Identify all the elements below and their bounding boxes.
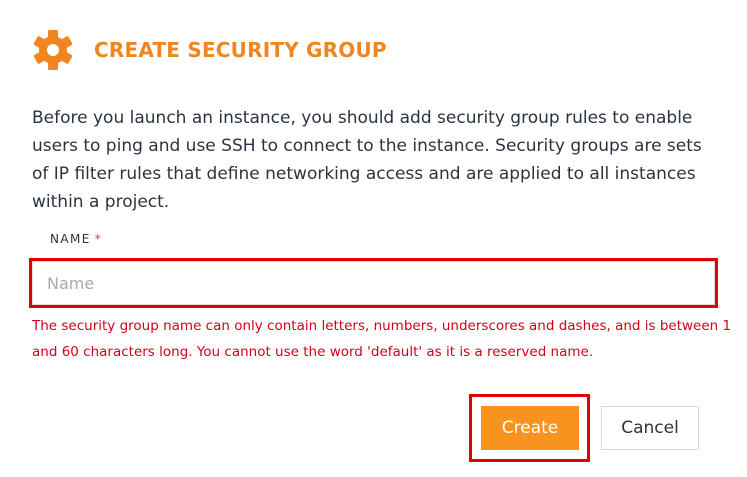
- dialog-description: Before you launch an instance, you shoul…: [32, 108, 702, 212]
- name-error-message: The security group name can only contain…: [32, 318, 732, 360]
- dialog-title: CREATE SECURITY GROUP: [94, 38, 387, 62]
- dialog-header: CREATE SECURITY GROUP: [32, 30, 387, 70]
- cancel-button[interactable]: Cancel: [601, 406, 699, 450]
- name-label-text: NAME: [50, 232, 91, 246]
- gear-icon: [32, 29, 74, 71]
- name-field-label: NAME *: [50, 232, 102, 246]
- name-input[interactable]: [32, 261, 715, 305]
- create-button[interactable]: Create: [481, 406, 579, 450]
- required-marker: *: [94, 232, 103, 246]
- create-security-group-dialog: CREATE SECURITY GROUP Before you launch …: [0, 0, 747, 477]
